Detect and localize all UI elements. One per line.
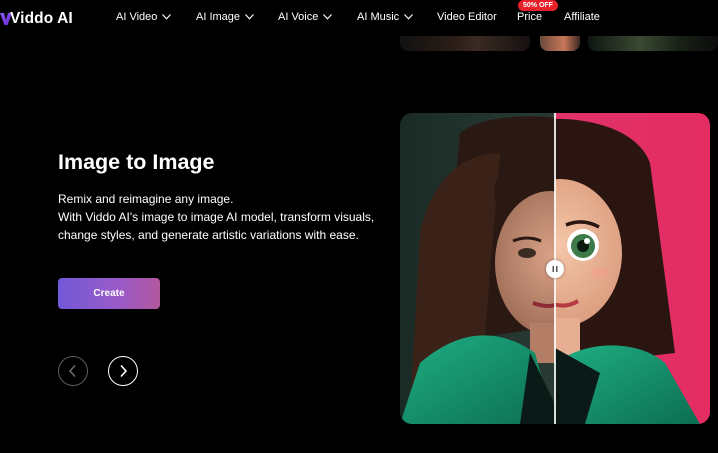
previous-slide-button[interactable] [58,356,88,386]
before-after-comparison[interactable] [400,113,710,424]
description-line: Remix and reimagine any image. [58,192,234,206]
chevron-down-icon [404,14,414,20]
create-button[interactable]: Create [58,278,160,309]
nav-ai-voice[interactable]: AI Voice [278,11,333,23]
nav-ai-image-label: AI Image [196,11,241,23]
nav-ai-video-label: AI Video [116,11,158,23]
discount-badge: 50% OFF [518,0,558,11]
description-line: With Viddo AI's image to image AI model,… [58,210,375,242]
comparison-handle[interactable] [546,260,564,278]
gallery-thumbnail[interactable] [400,36,530,51]
chevron-right-icon [120,364,128,378]
nav-price-label: Price [517,11,543,23]
nav-price[interactable]: Price [517,11,542,23]
next-slide-button[interactable] [108,356,138,386]
chevron-down-icon [323,14,333,20]
chevron-down-icon [245,14,254,20]
pause-handle-icon [552,266,558,272]
brand-logo[interactable]: Viddo AI [0,9,73,29]
gallery-thumbnail[interactable] [588,36,718,51]
nav-ai-image[interactable]: AI Image [196,11,254,23]
nav-ai-voice-label: AI Voice [278,11,319,23]
gallery-thumbnail[interactable] [540,36,580,51]
nav-affiliate-label: Affiliate [564,11,600,23]
nav-video-editor[interactable]: Video Editor [437,11,497,23]
page-title: Image to Image [58,150,215,174]
nav-ai-video[interactable]: AI Video [116,11,172,23]
nav-ai-music[interactable]: AI Music [357,11,414,23]
hero-description: Remix and reimagine any image. With Vidd… [58,190,388,244]
nav-affiliate[interactable]: Affiliate [564,11,600,23]
top-navbar: Viddo AI AI Video AI Image AI Voice AI M… [0,0,718,36]
nav-video-editor-label: Video Editor [437,11,497,23]
brand-name: Viddo AI [10,10,73,27]
nav-ai-music-label: AI Music [357,11,400,23]
chevron-left-icon [68,364,76,378]
chevron-down-icon [162,14,172,20]
